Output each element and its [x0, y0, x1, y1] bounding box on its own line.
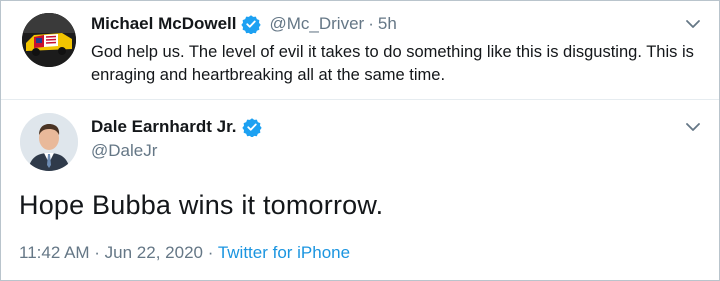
tweet-text: Hope Bubba wins it tomorrow. — [19, 190, 384, 220]
author-handle[interactable]: @Mc_Driver — [269, 14, 364, 34]
tweet-item-1[interactable]: Michael McDowell @Mc_Driver · 5h God hel… — [1, 1, 719, 100]
verified-badge-icon — [241, 14, 262, 35]
author-name[interactable]: Dale Earnhardt Jr. — [91, 117, 237, 137]
tweet-timestamp[interactable]: 11:42 AM · Jun 22, 2020 — [19, 243, 203, 262]
race-car-avatar-icon — [22, 13, 76, 67]
tweet-header: Michael McDowell @Mc_Driver · 5h — [91, 14, 397, 35]
tweet-meta: 11:42 AM · Jun 22, 2020 · Twitter for iP… — [19, 243, 350, 263]
tweet-screenshot-frame: Michael McDowell @Mc_Driver · 5h God hel… — [0, 0, 720, 281]
verified-badge-icon — [241, 117, 262, 138]
chevron-down-icon[interactable] — [684, 15, 702, 33]
tweet-source-link[interactable]: Twitter for iPhone — [218, 243, 350, 262]
tweet-time[interactable]: 5h — [378, 14, 397, 34]
tweet-header: Dale Earnhardt Jr. — [91, 117, 262, 138]
avatar[interactable] — [20, 113, 78, 171]
chevron-down-icon[interactable] — [684, 118, 702, 136]
separator-dot: · — [207, 243, 214, 262]
author-handle[interactable]: @DaleJr — [91, 141, 157, 161]
person-avatar-icon — [20, 113, 78, 171]
avatar[interactable] — [22, 13, 76, 67]
author-name[interactable]: Michael McDowell — [91, 14, 236, 34]
tweet-text: God help us. The level of evil it takes … — [91, 43, 694, 84]
separator-dot: · — [368, 14, 374, 33]
